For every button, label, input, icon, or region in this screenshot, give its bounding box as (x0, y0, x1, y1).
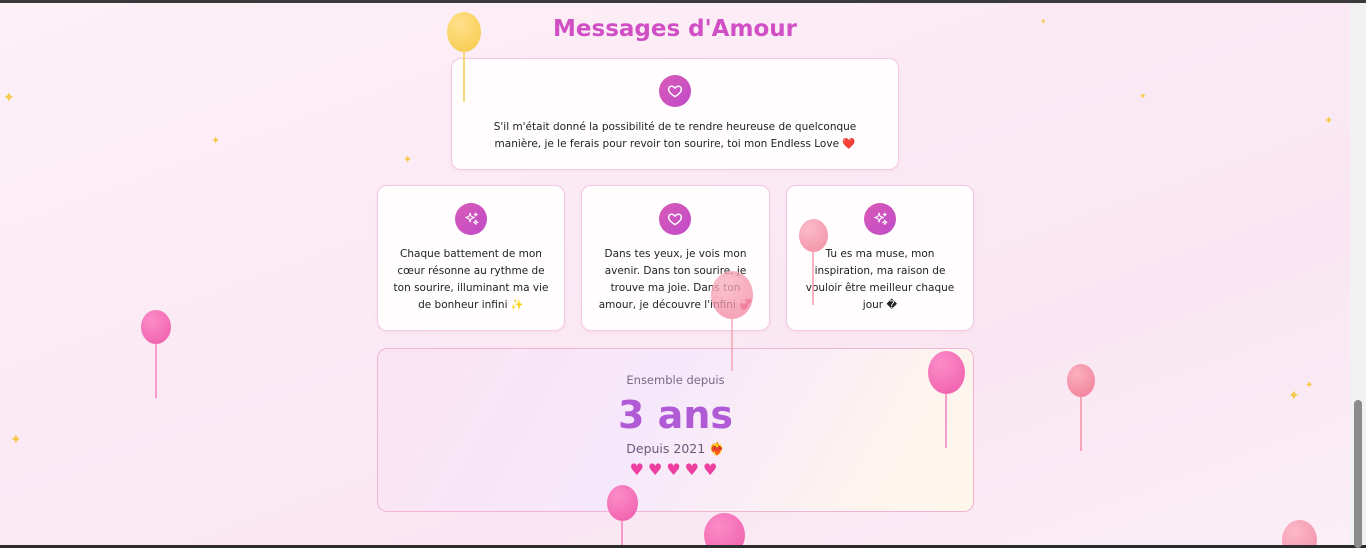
message-card: Chaque battement de mon cœur résonne au … (377, 185, 565, 331)
message-card: Dans tes yeux, je vois mon avenir. Dans … (581, 185, 770, 331)
message-text: Chaque battement de mon cœur résonne au … (393, 248, 549, 311)
message-text: S'il m'était donné la possibilité de te … (493, 121, 857, 150)
love-page: ✦ ✦ ✦ ✦ ✦ ✦ ✦ ✦ ✦ ✦ Messages d'Amour S'i… (0, 3, 1350, 545)
together-label: Ensemble depuis (626, 373, 725, 387)
sparkle-decoration: ✦ (1288, 388, 1300, 404)
message-text: Dans tes yeux, je vois mon avenir. Dans … (598, 248, 753, 311)
vertical-scrollbar[interactable] (1350, 3, 1366, 548)
hearts-row: ♥♥♥♥♥ (629, 460, 722, 479)
message-card-main: S'il m'était donné la possibilité de te … (451, 58, 899, 170)
sparkle-decoration: ✦ (10, 432, 22, 448)
heart-icon (659, 203, 691, 235)
page-title: Messages d'Amour (553, 16, 797, 42)
sparkle-decoration: ✦ (1305, 380, 1314, 391)
together-counter-card: Ensemble depuis 3 ans Depuis 2021 ❤️‍🔥 ♥… (377, 348, 974, 512)
message-text: Tu es ma muse, mon inspiration, ma raiso… (805, 248, 955, 311)
sparkle-decoration: ✦ (3, 90, 15, 106)
sparkle-decoration: ✦ (1324, 114, 1334, 127)
heart-icon (659, 75, 691, 107)
sparkle-decoration: ✦ (1139, 92, 1147, 102)
together-duration: 3 ans (618, 393, 733, 437)
sparkles-icon (455, 203, 487, 235)
message-card: Tu es ma muse, mon inspiration, ma raiso… (786, 185, 974, 331)
scrollbar-thumb[interactable] (1354, 400, 1362, 548)
together-since: Depuis 2021 ❤️‍🔥 (626, 441, 725, 456)
sparkles-icon (864, 203, 896, 235)
sparkle-decoration: ✦ (211, 134, 221, 147)
sparkle-decoration: ✦ (403, 153, 413, 166)
